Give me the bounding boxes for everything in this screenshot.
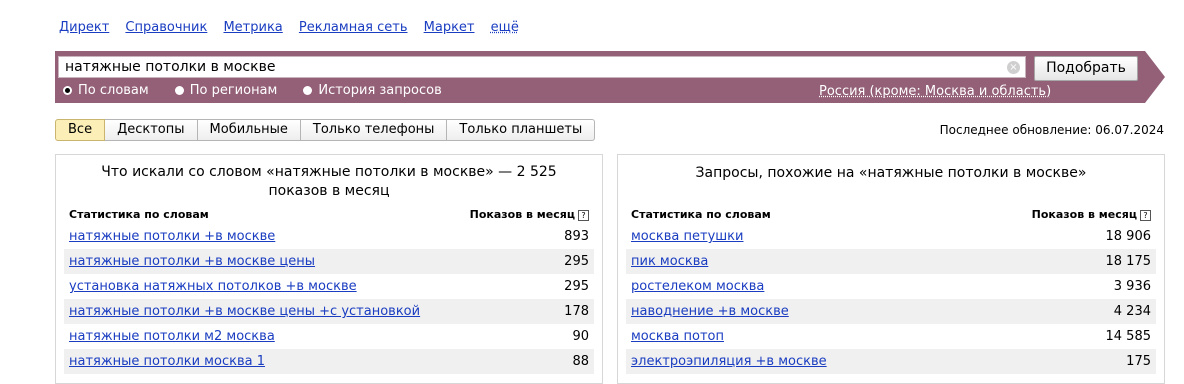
phrase-link[interactable]: установка натяжных потолков +в москве [69,274,357,299]
radio-label: По словам [78,83,149,98]
table-row: установка натяжных потолков +в москве 295 [64,274,594,299]
impressions-count: 178 [564,304,589,319]
table-row: москва петушки 18 906 [626,224,1156,249]
table-header: Статистика по словам Показов в месяц? [69,208,589,221]
phrase-link[interactable]: натяжные потолки москва 1 [69,349,265,374]
impressions-count: 18 906 [1105,229,1152,244]
column-header-phrase: Статистика по словам [631,208,771,221]
close-circle-icon[interactable]: × [1007,61,1020,74]
phrase-link[interactable]: ростелеком москва [631,274,764,299]
column-header-count: Показов в месяц? [470,208,589,221]
table-header: Статистика по словам Показов в месяц? [631,208,1151,221]
impressions-count: 295 [564,279,589,294]
phrase-link[interactable]: москва потоп [631,324,724,349]
table-row: натяжные потолки москва 1 88 [64,349,594,374]
impressions-count: 3 936 [1113,279,1151,294]
phrase-link[interactable]: москва петушки [631,224,743,249]
table-row: москва потоп 14 585 [626,324,1156,349]
impressions-count: 88 [572,354,589,369]
search-input[interactable]: натяжные потолки в москве [58,56,1026,78]
nav-link-market[interactable]: Маркет [424,20,475,35]
radio-unchecked-icon [174,86,184,95]
column-header-count-label: Показов в месяц [1031,208,1137,221]
table-row: наводнение +в москве 4 234 [626,299,1156,324]
phrase-link[interactable]: натяжные потолки +в москве [69,224,275,249]
search-mode-group: По словам По регионам История запросов [63,83,468,98]
table-row: натяжные потолки +в москве цены +с устан… [64,299,594,324]
table-row: электроэпиляция +в москве 175 [626,349,1156,374]
impressions-count: 893 [564,229,589,244]
tab-phones-only[interactable]: Только телефоны [300,119,448,141]
radio-by-regions[interactable]: По регионам [174,83,278,98]
phrase-link[interactable]: наводнение +в москве [631,299,789,324]
radio-by-words[interactable]: По словам [63,83,149,98]
column-header-phrase: Статистика по словам [69,208,209,221]
radio-label: По регионам [189,83,278,98]
radio-query-history[interactable]: История запросов [303,83,442,98]
phrase-link[interactable]: пик москва [631,249,708,274]
panel-title: Запросы, похожие на «натяжные потолки в … [695,165,1087,181]
device-filter-tabs: Все Десктопы Мобильные Только телефоны Т… [55,119,596,141]
phrase-link[interactable]: натяжные потолки +в москве цены [69,249,315,274]
radio-label: История запросов [318,83,442,98]
nav-link-direct[interactable]: Директ [59,20,109,35]
nav-link-metrica[interactable]: Метрика [223,20,282,35]
impressions-count: 18 175 [1105,254,1152,269]
phrase-link[interactable]: электроэпиляция +в москве [631,349,827,374]
radio-checked-icon [63,86,72,95]
impressions-count: 4 234 [1113,304,1151,319]
top-navigation: Директ Справочник Метрика Рекламная сеть… [59,20,531,35]
column-header-count-label: Показов в месяц [469,208,575,221]
impressions-count: 14 585 [1105,329,1152,344]
nav-link-reference[interactable]: Справочник [125,20,207,35]
help-icon[interactable]: ? [578,209,589,221]
results-list: натяжные потолки +в москве 893 натяжные п… [64,224,594,374]
table-row: ростелеком москва 3 936 [626,274,1156,299]
table-row: пик москва 18 175 [626,249,1156,274]
tab-desktops[interactable]: Десктопы [105,119,198,141]
impressions-count: 175 [1126,354,1151,369]
nav-link-ad-network[interactable]: Рекламная сеть [299,20,408,35]
impressions-count: 90 [572,329,589,344]
phrase-link[interactable]: натяжные потолки +в москве цены +с устан… [69,299,420,324]
nav-more-link[interactable]: ещё [491,20,519,35]
results-list: москва петушки 18 906 пик москва 18 175 ро… [626,224,1156,374]
left-results-panel: Что искали со словом «натяжные потолки в… [55,154,603,384]
tab-all[interactable]: Все [55,119,106,141]
impressions-count: 295 [564,254,589,269]
search-submit-button[interactable]: Подобрать [1034,56,1138,81]
help-icon[interactable]: ? [1140,209,1151,221]
right-results-panel: Запросы, похожие на «натяжные потолки в … [617,154,1165,384]
table-row: натяжные потолки +в москве 893 [64,224,594,249]
panel-title: Что искали со словом «натяжные потолки в… [101,164,557,199]
region-selector-link[interactable]: Россия (кроме: Москва и область) [819,84,1051,99]
column-header-count: Показов в месяц? [1032,208,1151,221]
table-row: натяжные потолки м2 москва 90 [64,324,594,349]
radio-unchecked-icon [303,86,313,95]
phrase-link[interactable]: натяжные потолки м2 москва [69,324,275,349]
search-band-arrow [1145,51,1165,103]
tab-tablets-only[interactable]: Только планшеты [447,119,596,141]
table-row: натяжные потолки +в москве цены 295 [64,249,594,274]
tab-mobile[interactable]: Мобильные [197,119,301,141]
last-update-text: Последнее обновление: 06.07.2024 [939,123,1164,137]
